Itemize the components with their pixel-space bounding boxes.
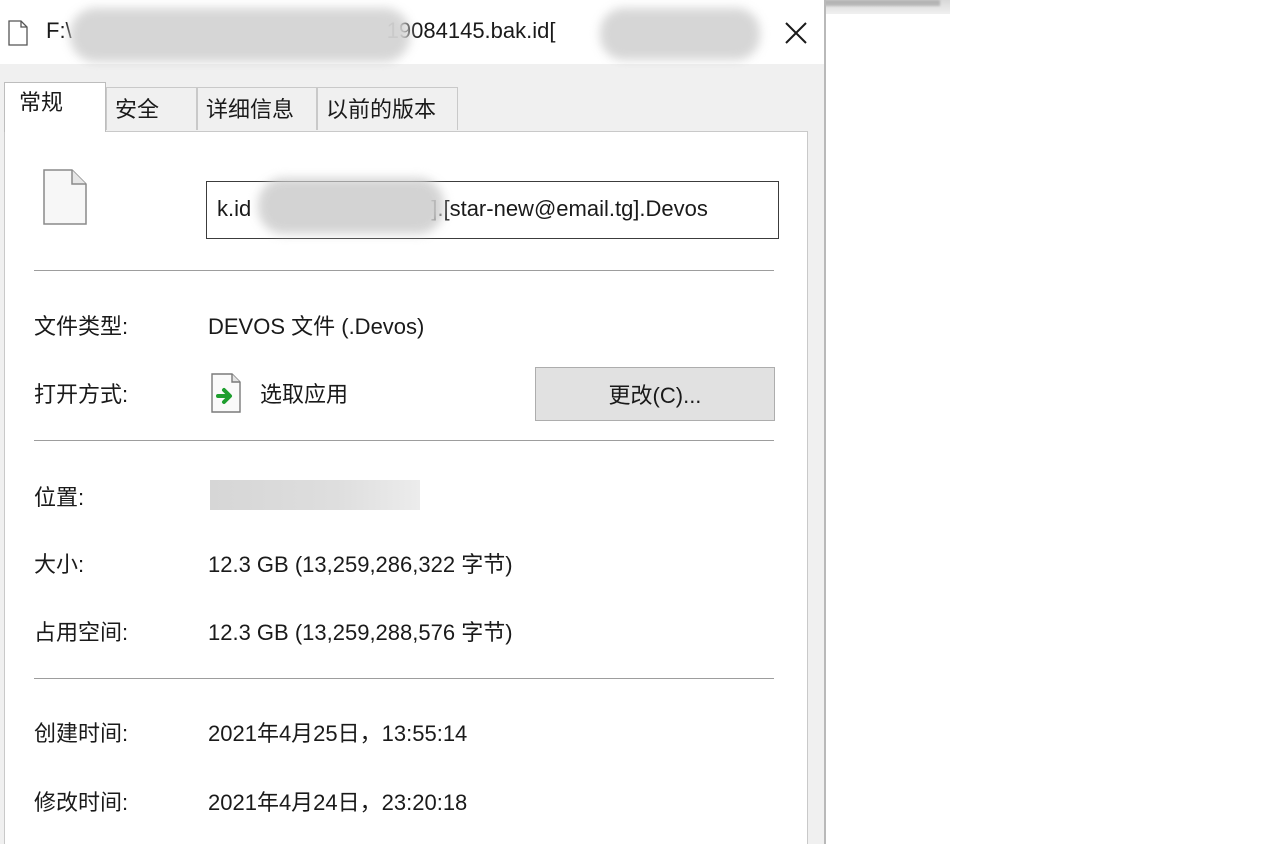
divider [34, 678, 774, 679]
tab-details[interactable]: 详细信息 [197, 87, 317, 130]
window-title-suffix: 19084145.bak.id[ [386, 18, 556, 43]
file-name-prefix: k.id [217, 196, 252, 221]
properties-dialog: F:\ 19084145.bak.id[ 常规 安全 详细信息 以前的版本 k.i… [0, 0, 826, 844]
redaction-blur [258, 178, 444, 234]
divider [34, 440, 774, 441]
divider [34, 270, 774, 271]
created-label: 创建时间: [34, 721, 129, 746]
size-label: 大小: [34, 552, 85, 577]
open-with-label: 打开方式: [34, 382, 129, 407]
change-button[interactable]: 更改(C)... [535, 367, 775, 421]
file-name-suffix: ].[star-new@email.tg].Devos [431, 196, 708, 221]
file-icon [8, 20, 28, 46]
window-title-prefix: F:\ [46, 18, 72, 43]
tab-previous-versions[interactable]: 以前的版本 [317, 87, 458, 130]
modified-value: 2021年4月24日，23:20:18 [208, 790, 468, 815]
redaction-blur [70, 8, 410, 62]
modified-label: 修改时间: [34, 790, 129, 815]
location-value-redacted [210, 480, 420, 510]
location-label: 位置: [34, 485, 85, 510]
file-type-value: DEVOS 文件 (.Devos) [208, 314, 425, 339]
open-with-value: 选取应用 [260, 382, 349, 407]
file-icon [43, 169, 87, 225]
size-on-disk-value: 12.3 GB (13,259,288,576 字节) [208, 620, 513, 645]
close-icon [785, 22, 807, 44]
close-button[interactable] [770, 10, 822, 56]
title-bar[interactable]: F:\ 19084145.bak.id[ [0, 0, 824, 64]
size-on-disk-label: 占用空间: [34, 620, 129, 645]
file-type-label: 文件类型: [34, 314, 129, 339]
tab-security[interactable]: 安全 [106, 87, 197, 130]
tab-general[interactable]: 常规 [4, 82, 106, 132]
app-picker-icon [211, 373, 241, 413]
redaction-blur [600, 8, 760, 60]
created-value: 2021年4月25日，13:55:14 [208, 721, 468, 746]
size-value: 12.3 GB (13,259,286,322 字节) [208, 552, 513, 577]
